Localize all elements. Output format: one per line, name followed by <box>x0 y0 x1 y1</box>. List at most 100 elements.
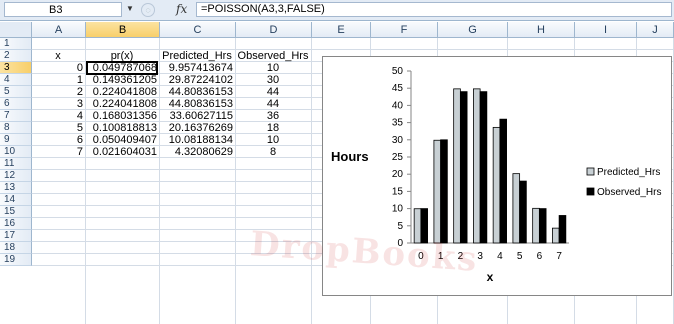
bar-predicted-hrs <box>433 139 442 244</box>
table-cell[interactable]: 36 <box>237 110 309 122</box>
column-chart[interactable]: 051015202530354045500 1 2 3 4 5 6 7HoursxPredic… <box>322 56 672 296</box>
x-tick-label: 1 <box>438 251 444 262</box>
y-tick-label: 10 <box>392 204 404 215</box>
table-cell[interactable]: 44.80836153 <box>161 98 233 110</box>
column-header-c[interactable]: C <box>160 22 236 38</box>
table-cell[interactable]: 44 <box>237 98 309 110</box>
row-header-10[interactable]: 10 <box>0 146 32 158</box>
select-all-corner[interactable] <box>0 22 32 38</box>
formula-input[interactable]: =POISSON(A3,3,FALSE) <box>196 2 672 17</box>
column-header-f[interactable]: F <box>371 22 438 38</box>
header-cell[interactable]: Predicted_Hrs <box>161 50 233 62</box>
row-header-13[interactable]: 13 <box>0 182 32 194</box>
table-cell[interactable]: 7 <box>33 146 83 158</box>
header-cell[interactable]: Observed_Hrs <box>237 50 309 62</box>
y-tick-label: 15 <box>392 186 404 197</box>
table-cell[interactable]: 44.80836153 <box>161 86 233 98</box>
column-header-g[interactable]: G <box>438 22 508 38</box>
table-cell[interactable]: 10.08188134 <box>161 134 233 146</box>
table-cell[interactable]: 4.32080629 <box>161 146 233 158</box>
table-cell[interactable]: 10 <box>237 62 309 74</box>
table-cell[interactable]: 0.168031356 <box>87 110 157 122</box>
table-cell[interactable]: 5 <box>33 122 83 134</box>
name-box-dropdown-icon[interactable]: ▼ <box>126 4 134 13</box>
row-header-12[interactable]: 12 <box>0 170 32 182</box>
row-header-11[interactable]: 11 <box>0 158 32 170</box>
header-cell[interactable]: pr(x) <box>87 50 157 62</box>
column-header-i[interactable]: I <box>575 22 637 38</box>
x-tick-label: 2 <box>458 251 464 262</box>
table-cell[interactable]: 3 <box>33 98 83 110</box>
y-tick-label: 35 <box>392 118 404 129</box>
column-header-h[interactable]: H <box>508 22 575 38</box>
y-tick-label: 25 <box>392 152 404 163</box>
x-tick-label: 0 <box>418 251 424 262</box>
column-header-j[interactable]: J <box>637 22 674 38</box>
formula-bar: B3 ▼ ◌ fx =POISSON(A3,3,FALSE) <box>0 0 674 21</box>
bar-predicted-hrs <box>473 88 481 244</box>
table-cell[interactable]: 0.224041808 <box>87 86 157 98</box>
row-header-18[interactable]: 18 <box>0 242 32 254</box>
row-header-7[interactable]: 7 <box>0 110 32 122</box>
table-cell[interactable]: 44 <box>237 86 309 98</box>
table-cell[interactable]: 0.100818813 <box>87 122 157 134</box>
bar-predicted-hrs <box>512 173 521 244</box>
table-cell[interactable]: 29.87224102 <box>161 74 233 86</box>
legend-swatch <box>586 167 595 176</box>
row-header-14[interactable]: 14 <box>0 194 32 206</box>
row-header-2[interactable]: 2 <box>0 50 32 62</box>
y-tick-label: 30 <box>392 135 404 146</box>
insert-function-icon[interactable]: fx <box>176 2 187 16</box>
x-tick-label: 4 <box>497 251 503 262</box>
row-header-3[interactable]: 3 <box>0 62 32 74</box>
row-header-15[interactable]: 15 <box>0 206 32 218</box>
row-header-16[interactable]: 16 <box>0 218 32 230</box>
table-cell[interactable]: 2 <box>33 86 83 98</box>
table-cell[interactable]: 30 <box>237 74 309 86</box>
table-cell[interactable]: 0.224041808 <box>87 98 157 110</box>
column-header-a[interactable]: A <box>32 22 86 38</box>
row-header-8[interactable]: 8 <box>0 122 32 134</box>
y-tick-label: 20 <box>392 169 404 180</box>
row-header-17[interactable]: 17 <box>0 230 32 242</box>
name-box[interactable]: B3 <box>4 2 122 17</box>
y-axis-title: Hours <box>331 149 369 164</box>
row-header-19[interactable]: 19 <box>0 254 32 266</box>
x-tick-label: 5 <box>517 251 523 262</box>
y-tick-label: 40 <box>392 100 404 111</box>
row-header-1[interactable]: 1 <box>0 38 32 50</box>
legend-label: Predicted_Hrs <box>597 167 660 178</box>
selected-cell[interactable]: 0.049787068 <box>86 61 158 75</box>
column-header-e[interactable]: E <box>312 22 371 38</box>
formula-cancel-icon[interactable]: ◌ <box>141 3 155 17</box>
table-cell[interactable]: 9.957413674 <box>161 62 233 74</box>
bar-observed-hrs <box>479 91 488 244</box>
table-cell[interactable]: 10 <box>237 134 309 146</box>
legend-swatch <box>586 187 595 196</box>
table-cell[interactable]: 1 <box>33 74 83 86</box>
bar-predicted-hrs <box>552 227 560 244</box>
row-header-9[interactable]: 9 <box>0 134 32 146</box>
table-cell[interactable]: 20.16376269 <box>161 122 233 134</box>
header-cell[interactable]: x <box>33 50 83 62</box>
x-tick-label: 3 <box>477 251 483 262</box>
bar-observed-hrs <box>519 180 527 244</box>
column-header-b[interactable]: B <box>86 22 160 38</box>
table-cell[interactable]: 0.021604031 <box>87 146 157 158</box>
table-cell[interactable]: 33.60627115 <box>161 110 233 122</box>
table-cell[interactable]: 4 <box>33 110 83 122</box>
row-header-4[interactable]: 4 <box>0 74 32 86</box>
table-cell[interactable]: 0.149361205 <box>87 74 157 86</box>
bar-observed-hrs <box>420 208 428 244</box>
column-header-d[interactable]: D <box>236 22 312 38</box>
table-cell[interactable]: 0.050409407 <box>87 134 157 146</box>
table-cell[interactable]: 0 <box>33 62 83 74</box>
bar-predicted-hrs <box>413 208 422 244</box>
bar-predicted-hrs <box>453 88 461 244</box>
table-cell[interactable]: 8 <box>237 146 309 158</box>
row-header-5[interactable]: 5 <box>0 86 32 98</box>
table-cell[interactable]: 6 <box>33 134 83 146</box>
y-tick-label: 5 <box>397 221 403 232</box>
row-header-6[interactable]: 6 <box>0 98 32 110</box>
table-cell[interactable]: 18 <box>237 122 309 134</box>
